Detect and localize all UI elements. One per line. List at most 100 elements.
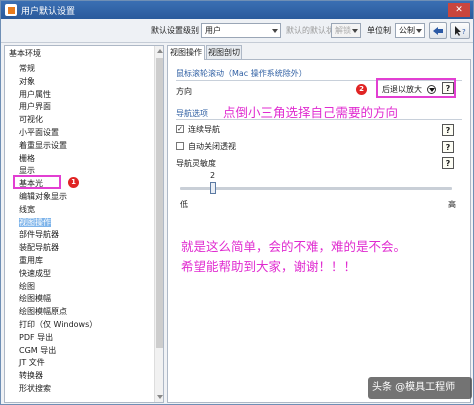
tree-item[interactable]: 快速成型	[19, 268, 51, 279]
state-select[interactable]: 解锁	[331, 23, 361, 38]
level-select-value: 用户	[205, 26, 221, 35]
help-icon[interactable]: ?	[442, 124, 454, 136]
chevron-down-icon	[272, 29, 278, 33]
tree-item[interactable]: 线宽	[19, 204, 35, 215]
title-bar: 用户默认设置 ✕	[1, 1, 473, 19]
tree-item-label: 部件导航器	[19, 230, 59, 240]
tree-item-label: 栅格	[19, 153, 35, 163]
nav-section-title: 导航选项	[176, 109, 208, 118]
tree-item-label: 可视化	[19, 115, 43, 125]
chevron-down-icon	[416, 29, 422, 33]
direction-select[interactable]: 后退以放大	[382, 84, 436, 95]
tree-item[interactable]: 重用库	[19, 255, 43, 266]
sensitivity-low-label: 低	[180, 200, 188, 209]
help-tool-button[interactable]: ?	[450, 22, 470, 39]
tree-item-label: 对象	[19, 76, 35, 86]
sensitivity-value: 2	[210, 171, 216, 180]
auto-close-checkbox[interactable]	[176, 142, 184, 150]
tree-item[interactable]: 绘图	[19, 281, 35, 292]
tree-item-label: 快速成型	[19, 268, 51, 278]
tree-item[interactable]: 用户界面	[19, 101, 51, 112]
annotation-note-direction: 点倒小三角选择自己需要的方向	[223, 105, 399, 120]
sensitivity-high-label: 高	[448, 200, 456, 209]
svg-text:?: ?	[462, 28, 466, 36]
chevron-down-icon	[352, 29, 358, 33]
tree-item[interactable]: 转换器	[19, 370, 43, 381]
scroll-down-icon[interactable]	[157, 395, 163, 399]
unit-label: 单位制	[367, 26, 391, 35]
tree-item-label: 绘图	[19, 281, 35, 291]
tree-item-label: 绘图模幅	[19, 294, 51, 304]
level-label: 默认设置级别	[151, 26, 199, 35]
chevron-down-icon[interactable]	[426, 85, 436, 94]
tab-view-operation[interactable]: 视图操作	[167, 45, 205, 60]
fit-button[interactable]	[429, 22, 447, 39]
tree-scrollbar[interactable]	[154, 46, 163, 402]
toolbar: 默认设置级别 用户 默认的默认状态 解锁 单位制 公制 ?	[1, 19, 473, 43]
tree-item-label: CGM 导出	[19, 345, 57, 355]
category-tree: 基本环境 常规 对象 用户属性 用户界面 可视化 小平面设置 着重显示设置 栅格 显示 基本光 编辑…	[4, 45, 164, 403]
tree-item-label: 视图操作	[19, 217, 51, 227]
step-badge-1: 1	[68, 177, 79, 188]
cursor-help-icon: ?	[455, 25, 466, 36]
tree-item-label: 装配导航器	[19, 243, 59, 253]
scroll-thumb[interactable]	[156, 58, 163, 348]
level-select[interactable]: 用户	[201, 23, 281, 38]
continuous-nav-checkbox[interactable]: ✓	[176, 125, 184, 133]
tree-item[interactable]: 着重显示设置	[19, 140, 67, 151]
unit-select-value: 公制	[399, 26, 415, 35]
tree-item[interactable]: 绘图模幅	[19, 293, 51, 304]
help-icon[interactable]: ?	[442, 157, 454, 169]
tree-root[interactable]: 基本环境	[9, 48, 41, 59]
auto-close-label: 自动关闭透视	[188, 142, 236, 151]
sensitivity-label: 导航灵敏度	[176, 159, 216, 168]
annotation-note-1: 就是这么简单，会的不难，难的是不会。	[181, 239, 407, 254]
tree-item[interactable]: 形状搜索	[19, 383, 51, 394]
scroll-up-icon[interactable]	[157, 49, 163, 53]
tree-item[interactable]: 对象	[19, 76, 35, 87]
tree-item-label: 重用库	[19, 256, 43, 265]
tree-item[interactable]: CGM 导出	[19, 345, 56, 356]
tree-item-label: 线宽	[19, 204, 35, 214]
tree-item[interactable]: 部件导航器	[19, 229, 59, 240]
tree-item-label: 打印（仅 Windows）	[19, 320, 98, 329]
tree-item[interactable]: 可视化	[19, 114, 43, 125]
app-icon	[5, 4, 17, 16]
tree-item-label: JT 文件	[19, 358, 45, 368]
tree-item[interactable]: 编辑对象显示	[19, 191, 67, 202]
sensitivity-slider-thumb[interactable]	[210, 182, 216, 194]
direction-label: 方向	[176, 87, 192, 96]
watermark: 头条 @模具工程师	[368, 377, 472, 399]
tree-item[interactable]: 常规	[19, 63, 35, 74]
tree-item-label: 用户属性	[19, 89, 51, 99]
direction-value: 后退以放大	[382, 85, 422, 94]
tab-view-section[interactable]: 视图剖切	[206, 45, 242, 60]
window-title: 用户默认设置	[21, 6, 76, 17]
tree-item[interactable]: PDF 导出	[19, 332, 53, 343]
tree-item[interactable]: JT 文件	[19, 357, 45, 368]
selection-highlight-box	[13, 175, 61, 189]
sensitivity-track[interactable]	[180, 187, 452, 190]
step-badge-2: 2	[356, 84, 367, 95]
tree-item[interactable]: 装配导航器	[19, 242, 59, 253]
tree-item-label: 常规	[19, 64, 35, 73]
tree-item[interactable]: 打印（仅 Windows）	[19, 319, 97, 330]
tree-item[interactable]: 小平面设置	[19, 127, 59, 138]
tree-item-label: 编辑对象显示	[19, 192, 67, 201]
help-icon[interactable]: ?	[442, 82, 454, 94]
tree-item-label: 着重显示设置	[19, 140, 67, 150]
tree-item-label: 形状搜索	[19, 384, 51, 393]
tree-item-label: 用户界面	[19, 102, 51, 112]
user-defaults-window: 用户默认设置 ✕ 默认设置级别 用户 默认的默认状态 解锁 单位制 公制 ? 基…	[0, 0, 474, 405]
scroll-section-title: 鼠标滚轮滚动（Mac 操作系统除外）	[176, 69, 307, 78]
tree-item[interactable]: 绘图模幅原点	[19, 306, 67, 317]
close-button[interactable]: ✕	[448, 3, 470, 17]
tree-item[interactable]: 用户属性	[19, 89, 51, 100]
help-icon[interactable]: ?	[442, 141, 454, 153]
tree-item[interactable]: 视图操作	[19, 217, 51, 228]
unit-select[interactable]: 公制	[395, 23, 425, 38]
tree-item-label: 转换器	[19, 371, 43, 381]
continuous-nav-label: 连续导航	[188, 125, 220, 134]
tree-item[interactable]: 栅格	[19, 153, 35, 164]
tree-item-label: PDF 导出	[19, 332, 54, 342]
